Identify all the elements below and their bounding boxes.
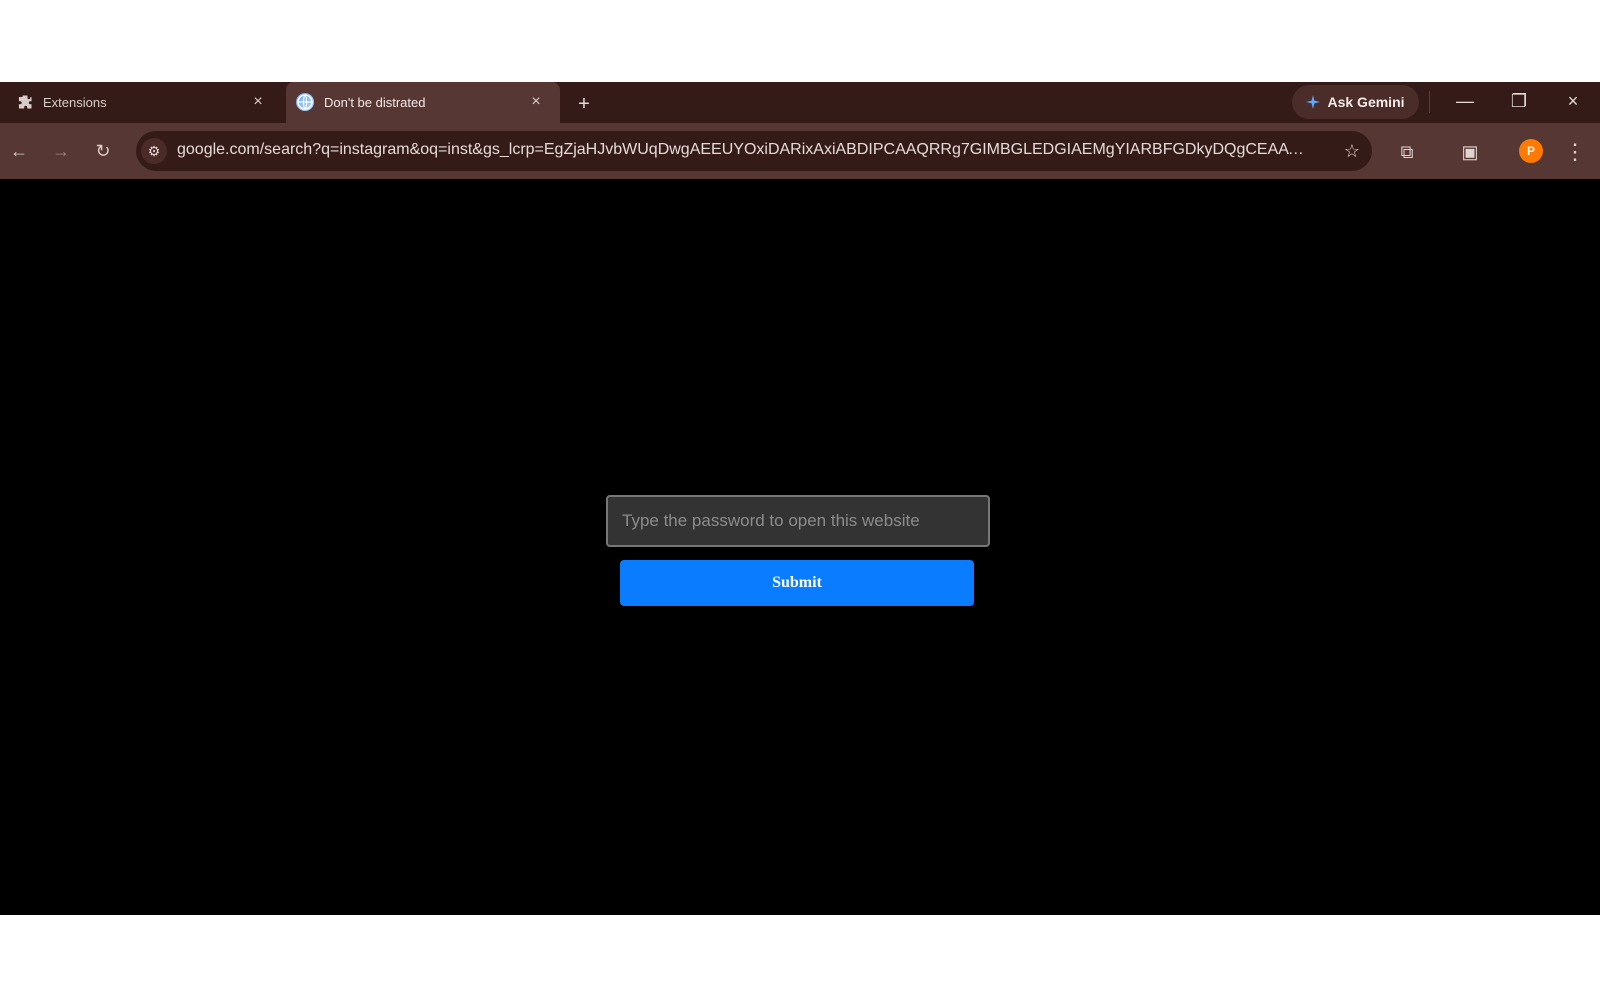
restore-button[interactable]: ❐ — [1496, 82, 1542, 120]
bookmark-star-icon[interactable]: ☆ — [1340, 139, 1364, 163]
side-panel-icon[interactable]: ▣ — [1456, 138, 1484, 166]
site-settings-icon[interactable]: ⚙ — [141, 138, 167, 164]
profile-avatar[interactable]: P — [1519, 139, 1543, 163]
address-url[interactable]: google.com/search?q=instagram&oq=inst&gs… — [177, 141, 1307, 159]
sparkle-icon — [1306, 95, 1321, 109]
address-bar[interactable]: ⚙ google.com/search?q=instagram&oq=inst&… — [136, 131, 1372, 171]
browser-window: Extensions × Don't be distrated × + Ask … — [0, 82, 1600, 915]
window-close-button[interactable]: × — [1550, 82, 1596, 120]
close-icon[interactable]: × — [524, 90, 548, 114]
tab-title: Don't be distrated — [324, 95, 426, 110]
menu-icon[interactable]: ⋮ — [1564, 138, 1586, 166]
divider — [1429, 91, 1430, 113]
tab-strip: Extensions × Don't be distrated × + Ask … — [0, 82, 1600, 123]
password-input[interactable] — [606, 495, 990, 547]
tab-title: Extensions — [43, 95, 107, 110]
close-icon[interactable]: × — [246, 90, 270, 114]
ask-gemini-label: Ask Gemini — [1327, 94, 1405, 110]
tab-extensions[interactable]: Extensions × — [0, 82, 282, 123]
new-tab-button[interactable]: + — [570, 90, 598, 118]
back-icon[interactable]: ← — [6, 138, 32, 164]
ask-gemini-button[interactable]: Ask Gemini — [1292, 85, 1419, 119]
puzzle-icon — [16, 93, 34, 111]
globe-icon — [296, 93, 314, 111]
extensions-icon[interactable]: ⧉ — [1393, 138, 1421, 166]
minimize-button[interactable]: — — [1442, 82, 1488, 120]
tab-dont-be-distracted[interactable]: Don't be distrated × — [286, 82, 560, 123]
reload-icon[interactable]: ↻ — [90, 138, 116, 164]
browser-toolbar: ← → ↻ ⚙ google.com/search?q=instagram&oq… — [0, 123, 1600, 179]
page-content: Submit — [0, 179, 1600, 915]
submit-button[interactable]: Submit — [620, 560, 974, 606]
screen: Extensions × Don't be distrated × + Ask … — [0, 0, 1600, 1000]
forward-icon[interactable]: → — [48, 138, 74, 164]
